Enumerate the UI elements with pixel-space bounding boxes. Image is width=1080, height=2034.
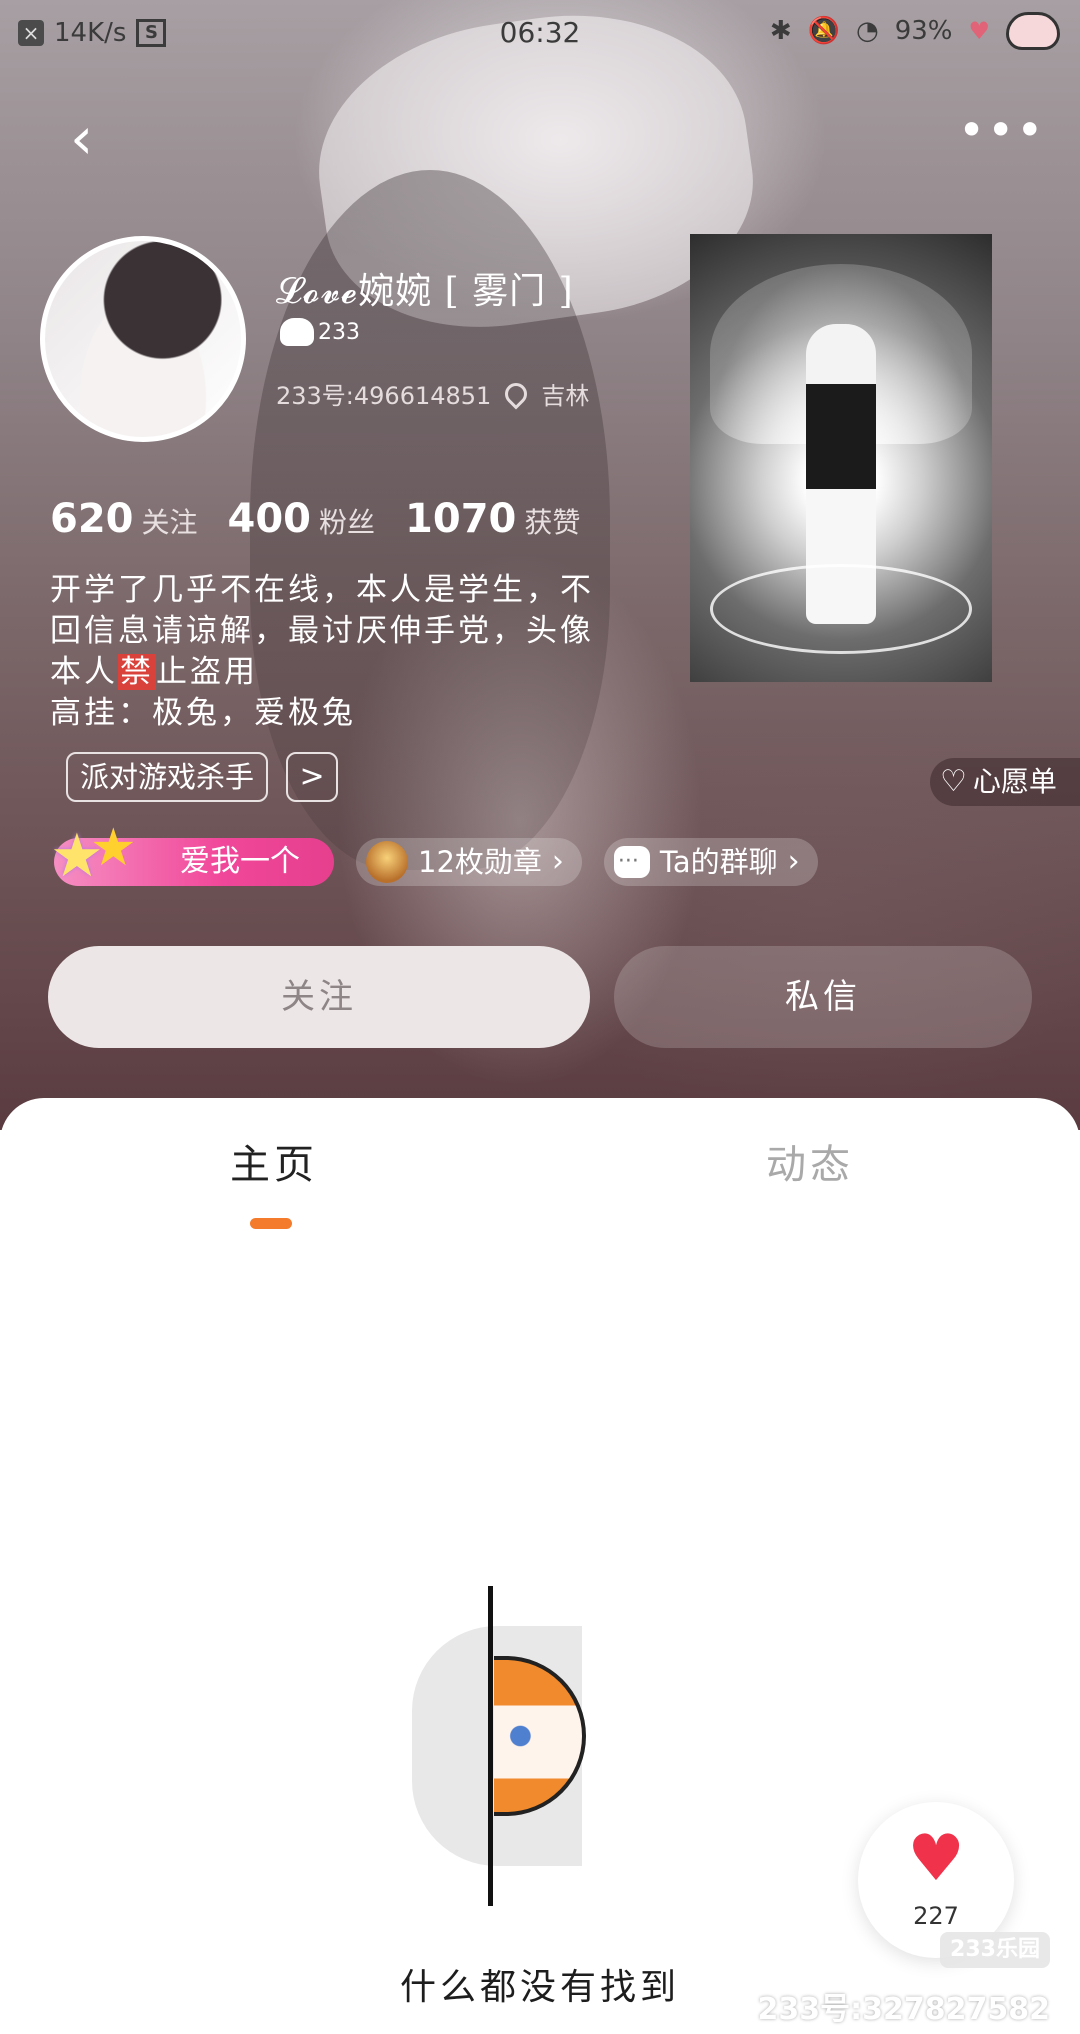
heart-status-icon: ♥ (968, 17, 990, 45)
medal-icon (366, 841, 408, 883)
wishlist-button[interactable]: ♡ 心愿单 (930, 758, 1080, 806)
message-button[interactable]: 私信 (614, 946, 1032, 1048)
bun-mascot-icon (1006, 12, 1060, 50)
bluetooth-icon: ✱ (769, 16, 792, 46)
group-chat-chip[interactable]: Ta的群聊 › (603, 838, 818, 886)
profile-tag[interactable]: 派对游戏杀手 (66, 752, 269, 802)
watermark-logo: 233乐园 (940, 1932, 1050, 1968)
tab-feed[interactable]: 动态 (766, 1132, 854, 1190)
username: 𝓛𝓸𝓿𝓮婉婉 [ 雾门 ] (276, 271, 574, 312)
chevron-right-icon: › (787, 844, 800, 879)
highlighted-char: 禁 (118, 654, 156, 690)
avatar[interactable] (40, 236, 246, 442)
tab-home[interactable]: 主页 (230, 1132, 318, 1190)
back-button[interactable]: ‹ (70, 108, 130, 168)
profile-tags: 派对游戏杀手 > (66, 752, 339, 802)
heart-outline-icon: ♡ (940, 764, 967, 799)
love-me-chip[interactable]: ★ ★ 爱我一个 (50, 822, 334, 886)
stat-followers[interactable]: 400 粉丝 (228, 496, 376, 542)
wifi-icon: ◔ (856, 16, 879, 46)
uid-location-row: 233号:496614851 吉林 (276, 376, 589, 411)
more-options-button[interactable]: ••• (958, 107, 1043, 153)
stars-icon: ★ ★ (50, 818, 137, 891)
user-badge[interactable]: 233 (280, 318, 360, 346)
location: 吉林 (541, 382, 590, 410)
status-bar: × 14K/s S 06:32 ✱ 🔕 ◔ 93% ♥ (0, 0, 1080, 70)
stat-likes[interactable]: 1070 获赞 (405, 496, 580, 542)
location-pin-icon (500, 377, 532, 410)
medals-chip[interactable]: 12枚勋章 › (356, 838, 582, 886)
chip-row: ★★ 爱我一个 12枚勋章 › Ta的群聊 › (50, 822, 818, 886)
user-id: 233号:496614851 (276, 382, 492, 410)
mute-bell-icon: 🔕 (807, 16, 840, 46)
like-count: 227 (913, 1902, 959, 1930)
active-tab-indicator (250, 1218, 292, 1229)
chat-bubble-icon (613, 838, 650, 886)
character-avatar-card[interactable] (690, 234, 992, 682)
card-magic-circle (710, 564, 972, 654)
watermark-text: 233号:327827582 (757, 1992, 1051, 2027)
cloud-badge-icon (280, 318, 314, 346)
heart-icon: ♥ (907, 1822, 965, 1896)
follow-button[interactable]: 关注 (48, 946, 590, 1048)
empty-state-illustration (412, 1586, 592, 1906)
stat-following[interactable]: 620 关注 (50, 496, 198, 542)
tags-expand-button[interactable]: > (286, 752, 339, 802)
profile-stats: 620 关注 400 粉丝 1070 获赞 (50, 496, 610, 542)
battery-level: 93% (894, 16, 953, 46)
profile-bio: 开学了几乎不在线，本人是学生，不 回信息请谅解，最讨厌伸手党，头像 本人禁止盗用… (50, 572, 594, 731)
chevron-right-icon: › (551, 844, 564, 879)
